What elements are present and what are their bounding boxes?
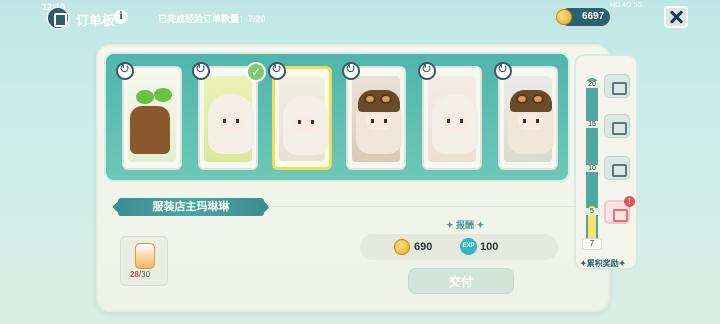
aviator-character-art bbox=[352, 76, 402, 162]
coin-icon bbox=[556, 9, 572, 25]
cumulative-reward-label: ✦累积奖励✦ bbox=[580, 259, 626, 268]
order-card-6[interactable] bbox=[498, 66, 558, 170]
refresh-icon[interactable] bbox=[494, 62, 512, 80]
refresh-icon[interactable] bbox=[192, 62, 210, 80]
order-card-1[interactable] bbox=[122, 66, 182, 170]
completed-orders-count: 已完成经验订单数量：7/20 bbox=[158, 14, 266, 24]
sprout-body bbox=[130, 106, 170, 154]
page-title: 订单板 bbox=[76, 13, 116, 28]
white-sheep-art bbox=[204, 76, 254, 162]
refresh-icon[interactable] bbox=[418, 62, 436, 80]
leaf-shape bbox=[136, 90, 154, 104]
tick-label: 15 bbox=[584, 121, 600, 128]
tick-label: 10 bbox=[584, 165, 600, 172]
top-bar: 12:10 订单板 i 已完成经验订单数量：7/20 6697 HD 4G 5G bbox=[0, 0, 720, 36]
current-level: 7 bbox=[582, 238, 602, 250]
white-sheep-art bbox=[428, 76, 478, 162]
reward-title: ✦ 报酬 ✦ bbox=[446, 220, 485, 230]
goggle-shape bbox=[516, 94, 528, 104]
order-card-3-selected[interactable] bbox=[272, 66, 332, 170]
character-eyes bbox=[298, 120, 314, 124]
reward-bar bbox=[360, 234, 558, 260]
character-eyes bbox=[447, 119, 463, 123]
order-card-4[interactable] bbox=[346, 66, 406, 170]
bottle-count: 28/30 bbox=[130, 270, 151, 279]
close-button[interactable] bbox=[664, 6, 688, 28]
reward-coins: 690 bbox=[414, 241, 433, 253]
reward-exp: 100 bbox=[480, 241, 499, 253]
system-indicators: HD 4G 5G bbox=[610, 2, 643, 9]
alert-badge: ! bbox=[624, 196, 635, 207]
character-eyes bbox=[523, 119, 539, 123]
refresh-icon[interactable] bbox=[116, 62, 134, 80]
bottle-icon bbox=[135, 243, 155, 269]
character-eyes bbox=[223, 119, 239, 123]
goggle-shape bbox=[532, 94, 544, 104]
order-card-5[interactable] bbox=[422, 66, 482, 170]
refresh-icon[interactable] bbox=[268, 62, 286, 80]
order-card-2[interactable] bbox=[198, 66, 258, 170]
white-sheep-art bbox=[279, 77, 329, 161]
completed-check-icon: ✓ bbox=[246, 62, 266, 82]
gift-box-icon[interactable] bbox=[604, 74, 630, 98]
gift-box-icon[interactable] bbox=[604, 114, 630, 138]
sprout-character-art bbox=[128, 76, 176, 162]
tick-label: 20 bbox=[584, 81, 600, 88]
goggle-shape bbox=[364, 94, 376, 104]
gift-box-icon[interactable] bbox=[604, 156, 630, 180]
aviator-character-art bbox=[504, 76, 554, 162]
coin-balance: 6697 bbox=[582, 11, 605, 22]
info-icon[interactable]: i bbox=[114, 10, 128, 24]
leaf-shape bbox=[154, 88, 172, 102]
npc-name-banner: 服装店主玛琳琳 bbox=[118, 198, 264, 216]
coin-icon bbox=[394, 239, 410, 255]
order-board-icon bbox=[46, 6, 70, 30]
refresh-icon[interactable] bbox=[342, 62, 360, 80]
character-eyes bbox=[371, 119, 387, 123]
deliver-button[interactable]: 交付 bbox=[408, 268, 514, 294]
goggle-shape bbox=[380, 94, 392, 104]
tick-label: 5 bbox=[584, 208, 600, 215]
exp-icon: EXP bbox=[460, 238, 477, 255]
reward-progress-track bbox=[586, 78, 598, 246]
divider bbox=[268, 206, 604, 207]
